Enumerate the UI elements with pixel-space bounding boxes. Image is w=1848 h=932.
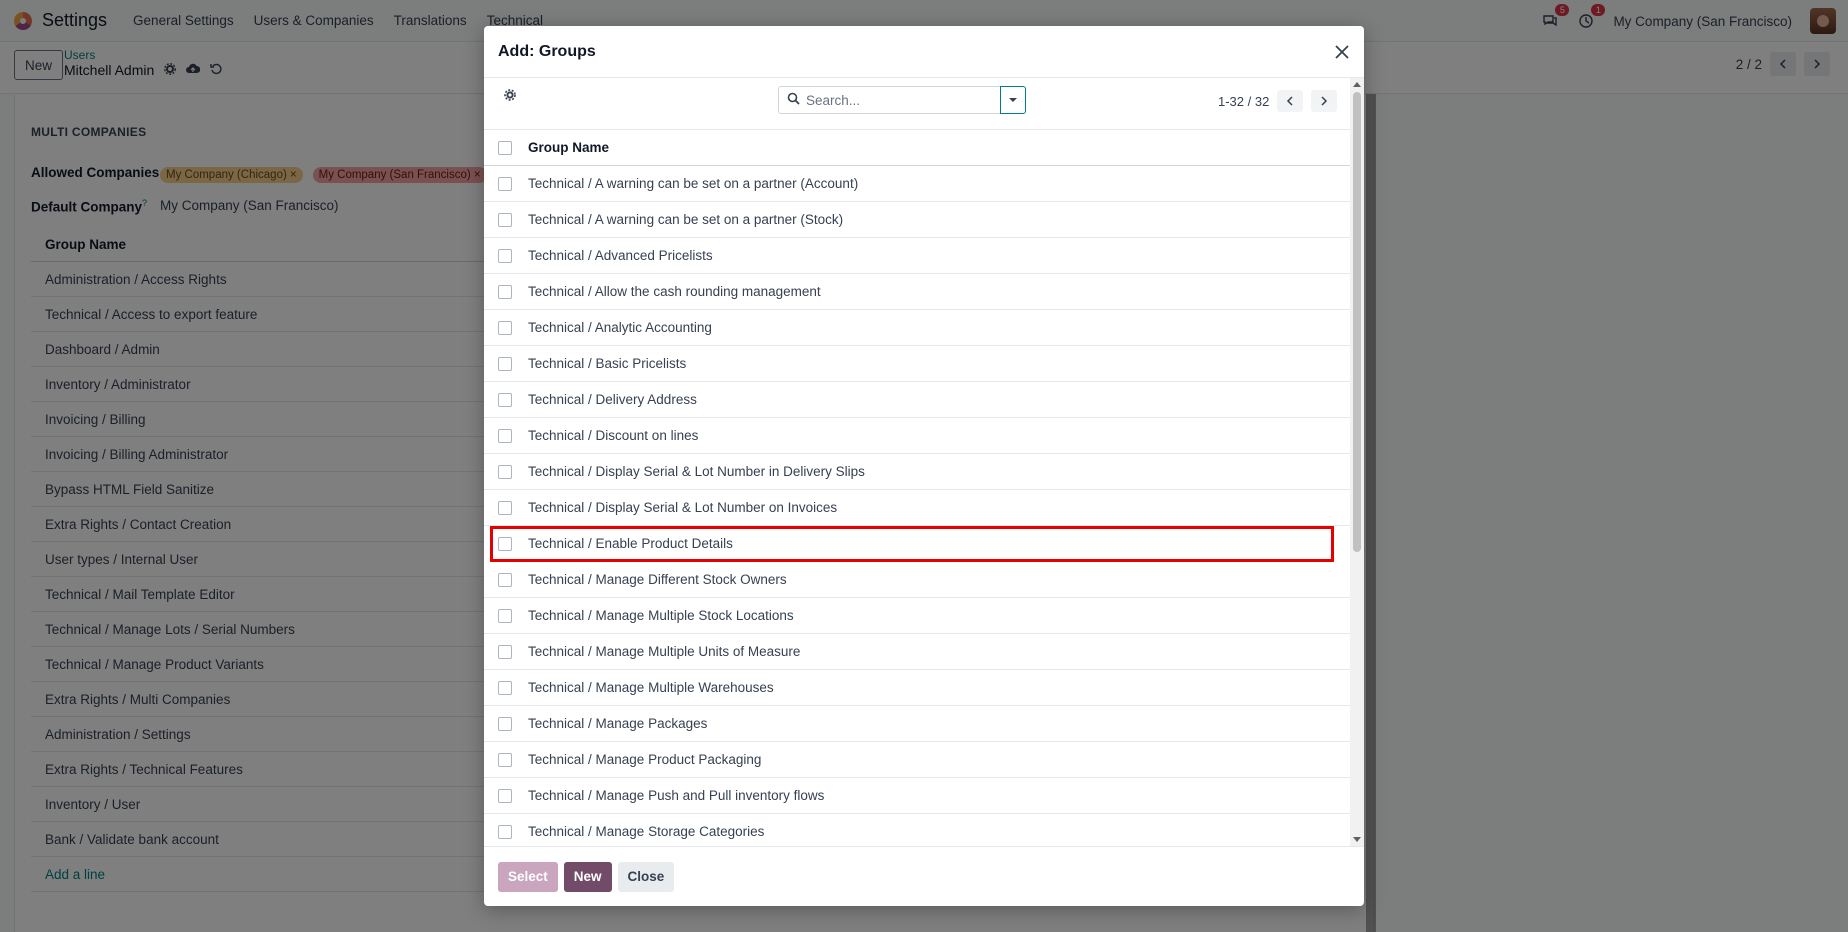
row-checkbox[interactable]: [498, 248, 512, 263]
scroll-down-icon[interactable]: [1353, 837, 1361, 842]
row-checkbox[interactable]: [498, 608, 512, 623]
dialog-pager: 1-32 / 32: [1218, 90, 1338, 112]
row-checkbox[interactable]: [498, 176, 512, 191]
row-label: Technical / Enable Product Details: [528, 536, 733, 551]
row-checkbox[interactable]: [498, 788, 512, 803]
row-label: Technical / Manage Multiple Warehouses: [528, 680, 774, 695]
row-label: Technical / Manage Push and Pull invento…: [528, 788, 825, 803]
list-item[interactable]: Technical / Manage Storage Categories: [484, 814, 1350, 846]
row-checkbox[interactable]: [498, 716, 512, 731]
close-button[interactable]: Close: [617, 861, 675, 892]
row-checkbox[interactable]: [498, 572, 512, 587]
row-label: Technical / Delivery Address: [528, 392, 697, 407]
pager-value[interactable]: 1-32 / 32: [1218, 94, 1269, 109]
row-label: Technical / Discount on lines: [528, 428, 699, 443]
list-item[interactable]: Technical / Manage Product Packaging: [484, 742, 1350, 778]
search-icon: [787, 92, 800, 108]
row-checkbox[interactable]: [498, 536, 512, 551]
row-label: Technical / Manage Multiple Units of Mea…: [528, 644, 801, 659]
list-item[interactable]: Technical / Discount on lines: [484, 418, 1350, 454]
row-checkbox[interactable]: [498, 356, 512, 371]
row-checkbox[interactable]: [498, 644, 512, 659]
row-label: Technical / Manage Different Stock Owner…: [528, 572, 787, 587]
new-button[interactable]: New: [563, 861, 612, 892]
column-header-group-name[interactable]: Group Name: [528, 140, 609, 155]
list-item[interactable]: Technical / Manage Multiple Warehouses: [484, 670, 1350, 706]
list-item[interactable]: Technical / A warning can be set on a pa…: [484, 202, 1350, 238]
row-label: Technical / Analytic Accounting: [528, 320, 712, 335]
row-label: Technical / Manage Packages: [528, 716, 708, 731]
row-label: Technical / A warning can be set on a pa…: [528, 212, 844, 227]
list-header: Group Name: [484, 130, 1350, 166]
row-checkbox[interactable]: [498, 320, 512, 335]
chevron-right-icon[interactable]: [1311, 90, 1338, 112]
dialog-scrollbar[interactable]: [1350, 78, 1364, 846]
list-item-highlighted[interactable]: Technical / Enable Product Details: [490, 526, 1334, 562]
list-item[interactable]: Technical / Manage Multiple Units of Mea…: [484, 634, 1350, 670]
scrollbar-thumb[interactable]: [1353, 92, 1361, 552]
dialog-header: Add: Groups: [484, 26, 1364, 78]
row-label: Technical / Manage Multiple Stock Locati…: [528, 608, 794, 623]
list-item[interactable]: Technical / Manage Push and Pull invento…: [484, 778, 1350, 814]
row-label: Technical / Display Serial & Lot Number …: [528, 464, 865, 479]
list-item[interactable]: Technical / Manage Multiple Stock Locati…: [484, 598, 1350, 634]
select-button[interactable]: Select: [498, 861, 558, 892]
list-item[interactable]: Technical / Basic Pricelists: [484, 346, 1350, 382]
row-label: Technical / Display Serial & Lot Number …: [528, 500, 838, 515]
row-checkbox[interactable]: [498, 428, 512, 443]
list-item[interactable]: Technical / Allow the cash rounding mana…: [484, 274, 1350, 310]
search-input[interactable]: [800, 88, 1025, 112]
select-all-checkbox[interactable]: [498, 140, 512, 155]
row-checkbox[interactable]: [498, 752, 512, 767]
chevron-left-icon[interactable]: [1277, 90, 1304, 112]
list-item[interactable]: Technical / Delivery Address: [484, 382, 1350, 418]
row-label: Technical / Allow the cash rounding mana…: [528, 284, 821, 299]
row-label: Technical / A warning can be set on a pa…: [528, 176, 859, 191]
groups-list: Group Name Technical / A warning can be …: [484, 130, 1350, 846]
row-checkbox[interactable]: [498, 500, 512, 515]
dialog-footer: Select New Close: [484, 846, 1364, 906]
row-checkbox[interactable]: [498, 464, 512, 479]
list-item[interactable]: Technical / A warning can be set on a pa…: [484, 166, 1350, 202]
row-checkbox[interactable]: [498, 284, 512, 299]
gear-icon[interactable]: [504, 88, 516, 104]
list-item[interactable]: Technical / Display Serial & Lot Number …: [484, 454, 1350, 490]
close-icon[interactable]: [1332, 42, 1352, 62]
dialog-title: Add: Groups: [498, 42, 596, 60]
list-item[interactable]: Technical / Manage Packages: [484, 706, 1350, 742]
row-label: Technical / Advanced Pricelists: [528, 248, 713, 263]
row-checkbox[interactable]: [498, 824, 512, 839]
row-checkbox[interactable]: [498, 392, 512, 407]
add-groups-dialog: Add: Groups 1-32 / 32: [484, 26, 1364, 906]
list-item[interactable]: Technical / Display Serial & Lot Number …: [484, 490, 1350, 526]
row-checkbox[interactable]: [498, 212, 512, 227]
search-bar: [778, 86, 1026, 114]
row-label: Technical / Manage Product Packaging: [528, 752, 762, 767]
row-checkbox[interactable]: [498, 680, 512, 695]
list-item[interactable]: Technical / Advanced Pricelists: [484, 238, 1350, 274]
scroll-up-icon[interactable]: [1353, 82, 1361, 87]
list-item[interactable]: Technical / Analytic Accounting: [484, 310, 1350, 346]
row-label: Technical / Basic Pricelists: [528, 356, 687, 371]
dialog-toolbar: 1-32 / 32: [484, 78, 1350, 130]
row-label: Technical / Manage Storage Categories: [528, 824, 765, 839]
list-item[interactable]: Technical / Manage Different Stock Owner…: [484, 562, 1350, 598]
caret-down-icon[interactable]: [1000, 86, 1026, 114]
